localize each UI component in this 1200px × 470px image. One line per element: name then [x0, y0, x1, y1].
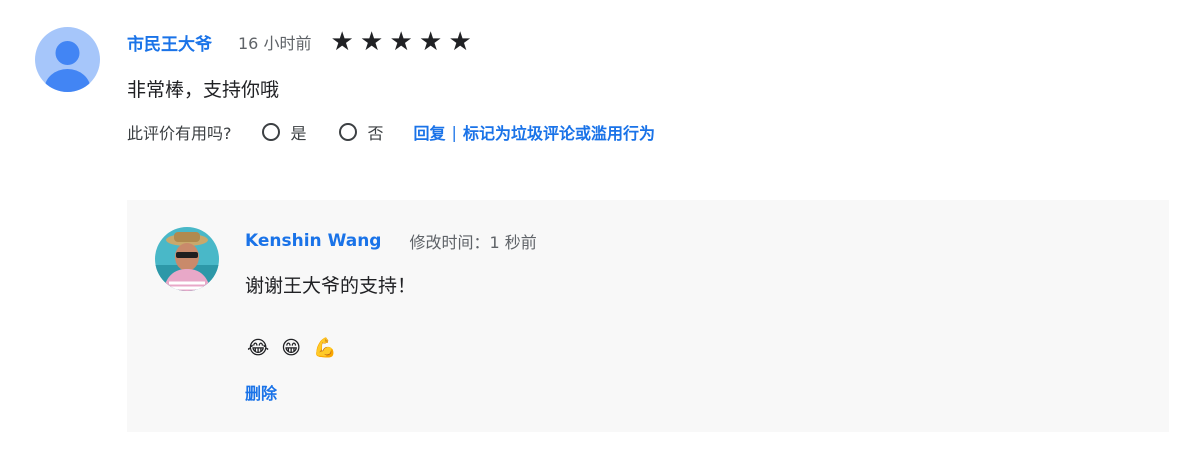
emoji-row: 😂 😁 💪 [247, 335, 349, 361]
owner-avatar [155, 227, 219, 291]
review-page: 市民王大爷 16 小时前 ★ ★ ★ ★ ★ 非常棒，支持你哦 此评价有用吗? … [0, 0, 1200, 470]
reply-header: Kenshin Wang 修改时间：1 秒前 [245, 228, 537, 254]
helpful-prompt: 此评价有用吗? [127, 124, 232, 143]
owner-reply-card: Kenshin Wang 修改时间：1 秒前 谢谢王大爷的支持！ 😂 😁 💪 删… [127, 200, 1169, 432]
star-icon: ★ [419, 27, 443, 57]
helpful-yes-radio[interactable] [261, 123, 280, 141]
flexed-biceps-emoji-icon: 💪 [313, 337, 337, 359]
delete-reply-link[interactable]: 删除 [245, 380, 277, 404]
helpful-no-label[interactable]: 否 [368, 120, 384, 144]
reply-time: 修改时间：1 秒前 [409, 233, 537, 252]
report-abuse-link[interactable]: 标记为垃圾评论或滥用行为 [463, 120, 655, 144]
helpful-no-radio[interactable] [338, 123, 357, 141]
owner-name[interactable]: Kenshin Wang [245, 231, 381, 251]
tears-of-joy-emoji-icon: 😂 [247, 337, 270, 359]
review-time: 16 小时前 [238, 34, 312, 53]
reviewer-name[interactable]: 市民王大爷 [127, 30, 212, 55]
default-avatar-icon [35, 27, 100, 92]
helpful-row: 此评价有用吗? 是 否 回复 | 标记为垃圾评论或滥用行为 [127, 119, 655, 145]
link-separator: | [451, 122, 457, 142]
star-icon: ★ [330, 27, 354, 57]
star-icon: ★ [360, 27, 384, 57]
star-icon: ★ [389, 27, 413, 57]
review-header: 市民王大爷 16 小时前 ★ ★ ★ ★ ★ [127, 28, 475, 56]
reply-text: 谢谢王大爷的支持！ [245, 275, 417, 297]
review-text: 非常棒，支持你哦 [127, 79, 280, 101]
grin-emoji-icon: 😁 [281, 337, 302, 359]
star-icon: ★ [448, 27, 472, 57]
reply-link[interactable]: 回复 [414, 120, 446, 144]
star-rating: ★ ★ ★ ★ ★ [327, 29, 475, 55]
helpful-yes-label[interactable]: 是 [291, 120, 307, 144]
